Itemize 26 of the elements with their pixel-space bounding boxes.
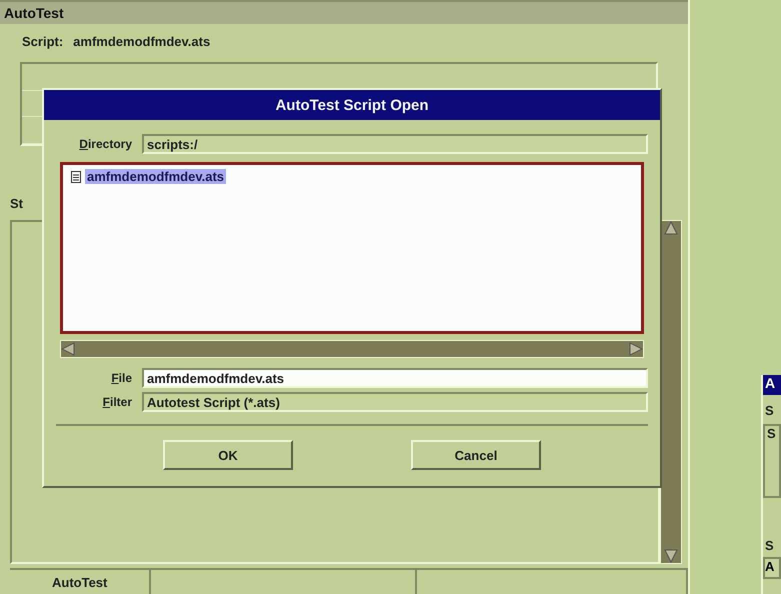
scroll-up-icon[interactable] <box>664 221 678 235</box>
script-label: Script: <box>22 34 64 51</box>
horizontal-scrollbar[interactable] <box>60 340 644 358</box>
scroll-left-icon[interactable] <box>61 342 75 356</box>
status-text: AutoTest <box>52 574 108 590</box>
directory-field[interactable]: scripts:/ <box>142 134 648 154</box>
field-label: S <box>764 403 775 418</box>
filter-field[interactable]: Autotest Script (*.ats) <box>142 392 648 412</box>
cancel-button[interactable]: Cancel <box>411 440 541 470</box>
dialog-title: AutoTest Script Open <box>44 90 660 120</box>
section-label: St <box>10 196 24 212</box>
script-name: amfmdemodfmdev.ats <box>73 34 210 51</box>
window-title: AutoTest <box>0 0 688 24</box>
scroll-right-icon[interactable] <box>629 342 643 356</box>
field-label: S <box>764 538 775 553</box>
filter-label: Filter <box>102 395 132 409</box>
table-header: S <box>766 426 777 441</box>
text-field[interactable]: A <box>763 557 781 579</box>
document-icon <box>71 170 81 182</box>
directory-label: Directory <box>78 137 132 151</box>
window-title: A <box>763 375 781 395</box>
vertical-scrollbar[interactable] <box>660 220 682 564</box>
file-field[interactable]: amfmdemodfmdev.ats <box>142 368 648 388</box>
file-label: File <box>110 371 132 385</box>
ok-button[interactable]: OK <box>163 440 293 470</box>
scroll-down-icon[interactable] <box>664 549 678 563</box>
